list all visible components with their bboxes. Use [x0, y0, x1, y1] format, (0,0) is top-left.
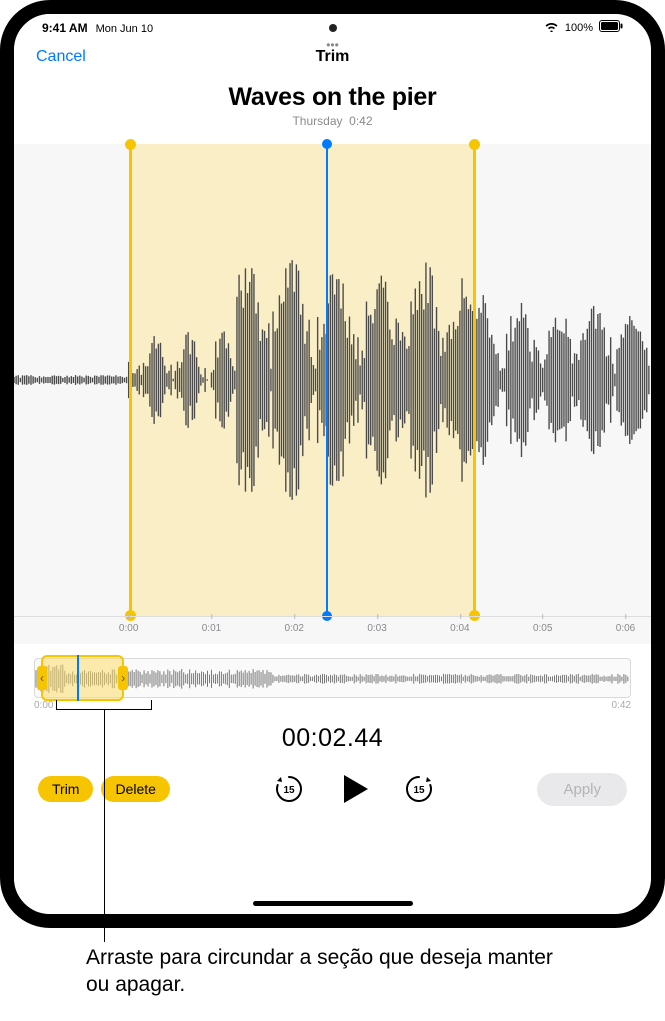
status-date: Mon Jun 10 [96, 23, 153, 35]
recording-title: Waves on the pier [14, 83, 651, 112]
time-ruler: 0:00 0:01 0:02 0:03 0:04 0:05 0:06 [14, 616, 651, 644]
battery-icon [599, 20, 623, 35]
overview-selection[interactable]: ‹ › [41, 655, 124, 701]
tick-label: 0:02 [285, 623, 304, 634]
nav-bar: Cancel Trim [14, 37, 651, 77]
overview-end-label: 0:42 [612, 700, 631, 711]
tick-label: 0:05 [533, 623, 552, 634]
skip-back-15-button[interactable]: 15 [272, 772, 306, 806]
svg-text:15: 15 [283, 785, 295, 796]
recording-header: Waves on the pier Thursday 0:42 [14, 77, 651, 138]
overview-grip-left[interactable]: ‹ [37, 666, 47, 690]
svg-text:15: 15 [413, 785, 425, 796]
waveform-display [14, 144, 651, 616]
overview-grip-right[interactable]: › [118, 666, 128, 690]
screen: 9:41 AM Mon Jun 10 ••• 100% Cancel Trim … [14, 14, 651, 914]
current-time-display: 00:02.44 [14, 724, 651, 753]
recording-duration: 0:42 [349, 114, 372, 128]
playhead[interactable] [326, 144, 328, 616]
caption-text: Arraste para circundar a seção que desej… [86, 944, 566, 999]
trim-button[interactable]: Trim [38, 776, 93, 802]
nav-title: Trim [316, 48, 350, 66]
tick-label: 0:00 [119, 623, 138, 634]
cancel-button[interactable]: Cancel [36, 48, 86, 66]
trim-handle-right[interactable] [473, 144, 476, 616]
controls-row: Trim Delete 15 15 Apply [14, 753, 651, 825]
recording-meta: Thursday 0:42 [14, 114, 651, 128]
overview-start-label: 0:00 [34, 700, 53, 711]
camera-dot [329, 24, 337, 32]
main-waveform-area[interactable]: 0:00 0:01 0:02 0:03 0:04 0:05 0:06 [14, 144, 651, 644]
battery-percent: 100% [565, 22, 593, 34]
home-indicator[interactable] [253, 901, 413, 906]
play-button[interactable] [336, 771, 372, 807]
status-time: 9:41 AM [42, 21, 88, 35]
tick-label: 0:06 [616, 623, 635, 634]
tick-label: 0:03 [367, 623, 386, 634]
apply-button[interactable]: Apply [537, 773, 627, 806]
recording-day: Thursday [292, 114, 342, 128]
tick-label: 0:01 [202, 623, 221, 634]
ipad-frame: 9:41 AM Mon Jun 10 ••• 100% Cancel Trim … [0, 0, 665, 928]
overview-playhead[interactable] [77, 655, 79, 701]
callout-bracket [56, 700, 152, 710]
trim-handle-left[interactable] [129, 144, 132, 616]
delete-button[interactable]: Delete [101, 776, 169, 802]
wifi-icon [544, 21, 559, 35]
skip-forward-15-button[interactable]: 15 [402, 772, 436, 806]
callout-leader-line [104, 710, 105, 942]
tick-label: 0:04 [450, 623, 469, 634]
overview-track[interactable]: ‹ › [34, 658, 631, 698]
